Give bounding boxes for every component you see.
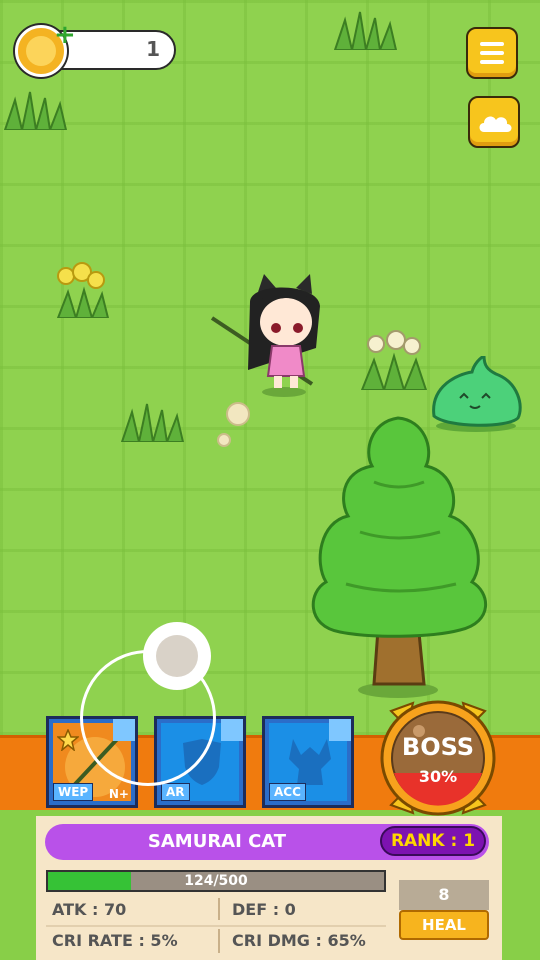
character-name: SAMURAI CAT xyxy=(147,831,287,852)
boss-progress: 30% xyxy=(418,767,458,786)
white-flower-bush xyxy=(360,330,428,390)
weapon-tag: WEP xyxy=(53,783,94,801)
cri-dmg-stat: CRI DMG : 65% xyxy=(232,931,366,950)
cri-rate-stat: CRI RATE : 5% xyxy=(52,931,178,950)
def-stat: DEF : 0 xyxy=(232,900,296,919)
dust-puff xyxy=(217,402,250,447)
stat-divider xyxy=(218,929,220,953)
samurai-cat-player xyxy=(210,274,320,397)
accessory-tag: ACC xyxy=(269,783,306,801)
cloud-save-button[interactable] xyxy=(468,96,520,148)
weapon-grade-badge: N+ xyxy=(108,787,129,801)
stat-divider xyxy=(218,898,220,920)
rank-badge: RANK : 1 xyxy=(380,826,486,856)
game-field[interactable]: 1 + xyxy=(0,0,540,735)
boss-button[interactable]: BOSS 30% xyxy=(373,693,503,823)
hp-text: 124/500 xyxy=(184,873,248,889)
star-icon xyxy=(57,729,79,751)
menu-button[interactable] xyxy=(466,27,518,79)
coin-count: 1 xyxy=(146,37,160,61)
atk-stat: ATK : 70 xyxy=(52,900,127,919)
grass-tuft xyxy=(120,403,185,442)
stat-separator xyxy=(46,925,386,927)
boss-label: BOSS xyxy=(401,733,475,761)
green-slime-enemy[interactable] xyxy=(428,356,524,432)
heal-label: HEAL xyxy=(422,916,466,934)
heal-button[interactable]: HEAL xyxy=(399,910,489,940)
tree xyxy=(311,416,487,698)
yellow-flower-bush xyxy=(56,262,110,318)
cloud-save-icon xyxy=(479,116,512,132)
joystick-knob[interactable] xyxy=(143,622,211,690)
accessory-icon xyxy=(289,739,331,785)
add-coins-button[interactable]: + xyxy=(54,22,76,48)
accessory-slot[interactable]: ACC xyxy=(262,716,354,808)
heal-count: 8 xyxy=(399,880,489,910)
hp-bar: 124/500 xyxy=(46,870,386,892)
grass-tuft xyxy=(333,11,398,50)
armor-tag: AR xyxy=(161,783,190,801)
grass-tuft xyxy=(3,91,68,130)
